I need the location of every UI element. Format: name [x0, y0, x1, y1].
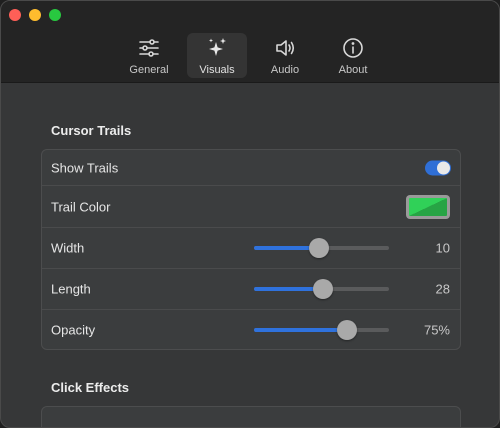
width-value: 10 [435, 240, 450, 256]
opacity-slider-thumb[interactable] [337, 320, 358, 340]
tab-about[interactable]: About [323, 33, 383, 78]
cursor-trails-group: Show Trails Trail Color Width 10 Length … [41, 149, 461, 350]
tab-general-label: General [129, 64, 169, 76]
preferences-toolbar: General Visuals Audio About [1, 33, 499, 79]
opacity-slider-fill [254, 328, 348, 332]
length-slider-thumb[interactable] [312, 279, 333, 299]
show-trails-row: Show Trails [42, 150, 460, 186]
sparkles-icon [209, 38, 226, 56]
minimize-window-button[interactable] [29, 9, 41, 21]
speaker-icon [276, 40, 295, 56]
opacity-row: Opacity 75% [42, 310, 460, 350]
width-label: Width [51, 240, 85, 256]
tab-audio[interactable]: Audio [255, 33, 315, 78]
width-slider[interactable] [254, 238, 389, 258]
trail-color-label: Trail Color [51, 199, 111, 214]
width-slider-thumb[interactable] [308, 238, 329, 258]
settings-content: Cursor Trails Show Trails Trail Color Wi… [1, 84, 499, 427]
tab-visuals[interactable]: Visuals [187, 33, 247, 78]
trail-color-row: Trail Color [42, 186, 460, 228]
opacity-value: 75% [423, 322, 450, 338]
length-value: 28 [435, 281, 450, 297]
zoom-window-button[interactable] [49, 9, 61, 21]
trail-color-well[interactable] [406, 194, 450, 219]
opacity-label: Opacity [51, 322, 96, 338]
toggle-knob [437, 161, 450, 174]
click-effects-heading: Click Effects [51, 380, 130, 395]
width-row: Width 10 [42, 228, 460, 269]
length-label: Length [51, 281, 91, 297]
length-slider[interactable] [254, 279, 389, 299]
tab-general[interactable]: General [119, 33, 179, 78]
tab-about-label: About [338, 64, 368, 76]
trail-color-swatch [409, 197, 447, 216]
length-row: Length 28 [42, 269, 460, 310]
tab-visuals-label: Visuals [199, 64, 235, 76]
cursor-trails-heading: Cursor Trails [51, 123, 132, 138]
sliders-icon [139, 39, 159, 57]
info-icon [343, 38, 363, 58]
tab-audio-label: Audio [270, 64, 300, 76]
opacity-slider[interactable] [254, 320, 389, 340]
close-window-button[interactable] [9, 9, 21, 21]
title-bar: General Visuals Audio About [1, 1, 499, 83]
show-trails-toggle[interactable] [425, 160, 451, 175]
show-trails-label: Show Trails [51, 160, 119, 175]
click-effects-group [41, 406, 461, 427]
preferences-window: General Visuals Audio About Cursor Trail… [0, 0, 500, 428]
